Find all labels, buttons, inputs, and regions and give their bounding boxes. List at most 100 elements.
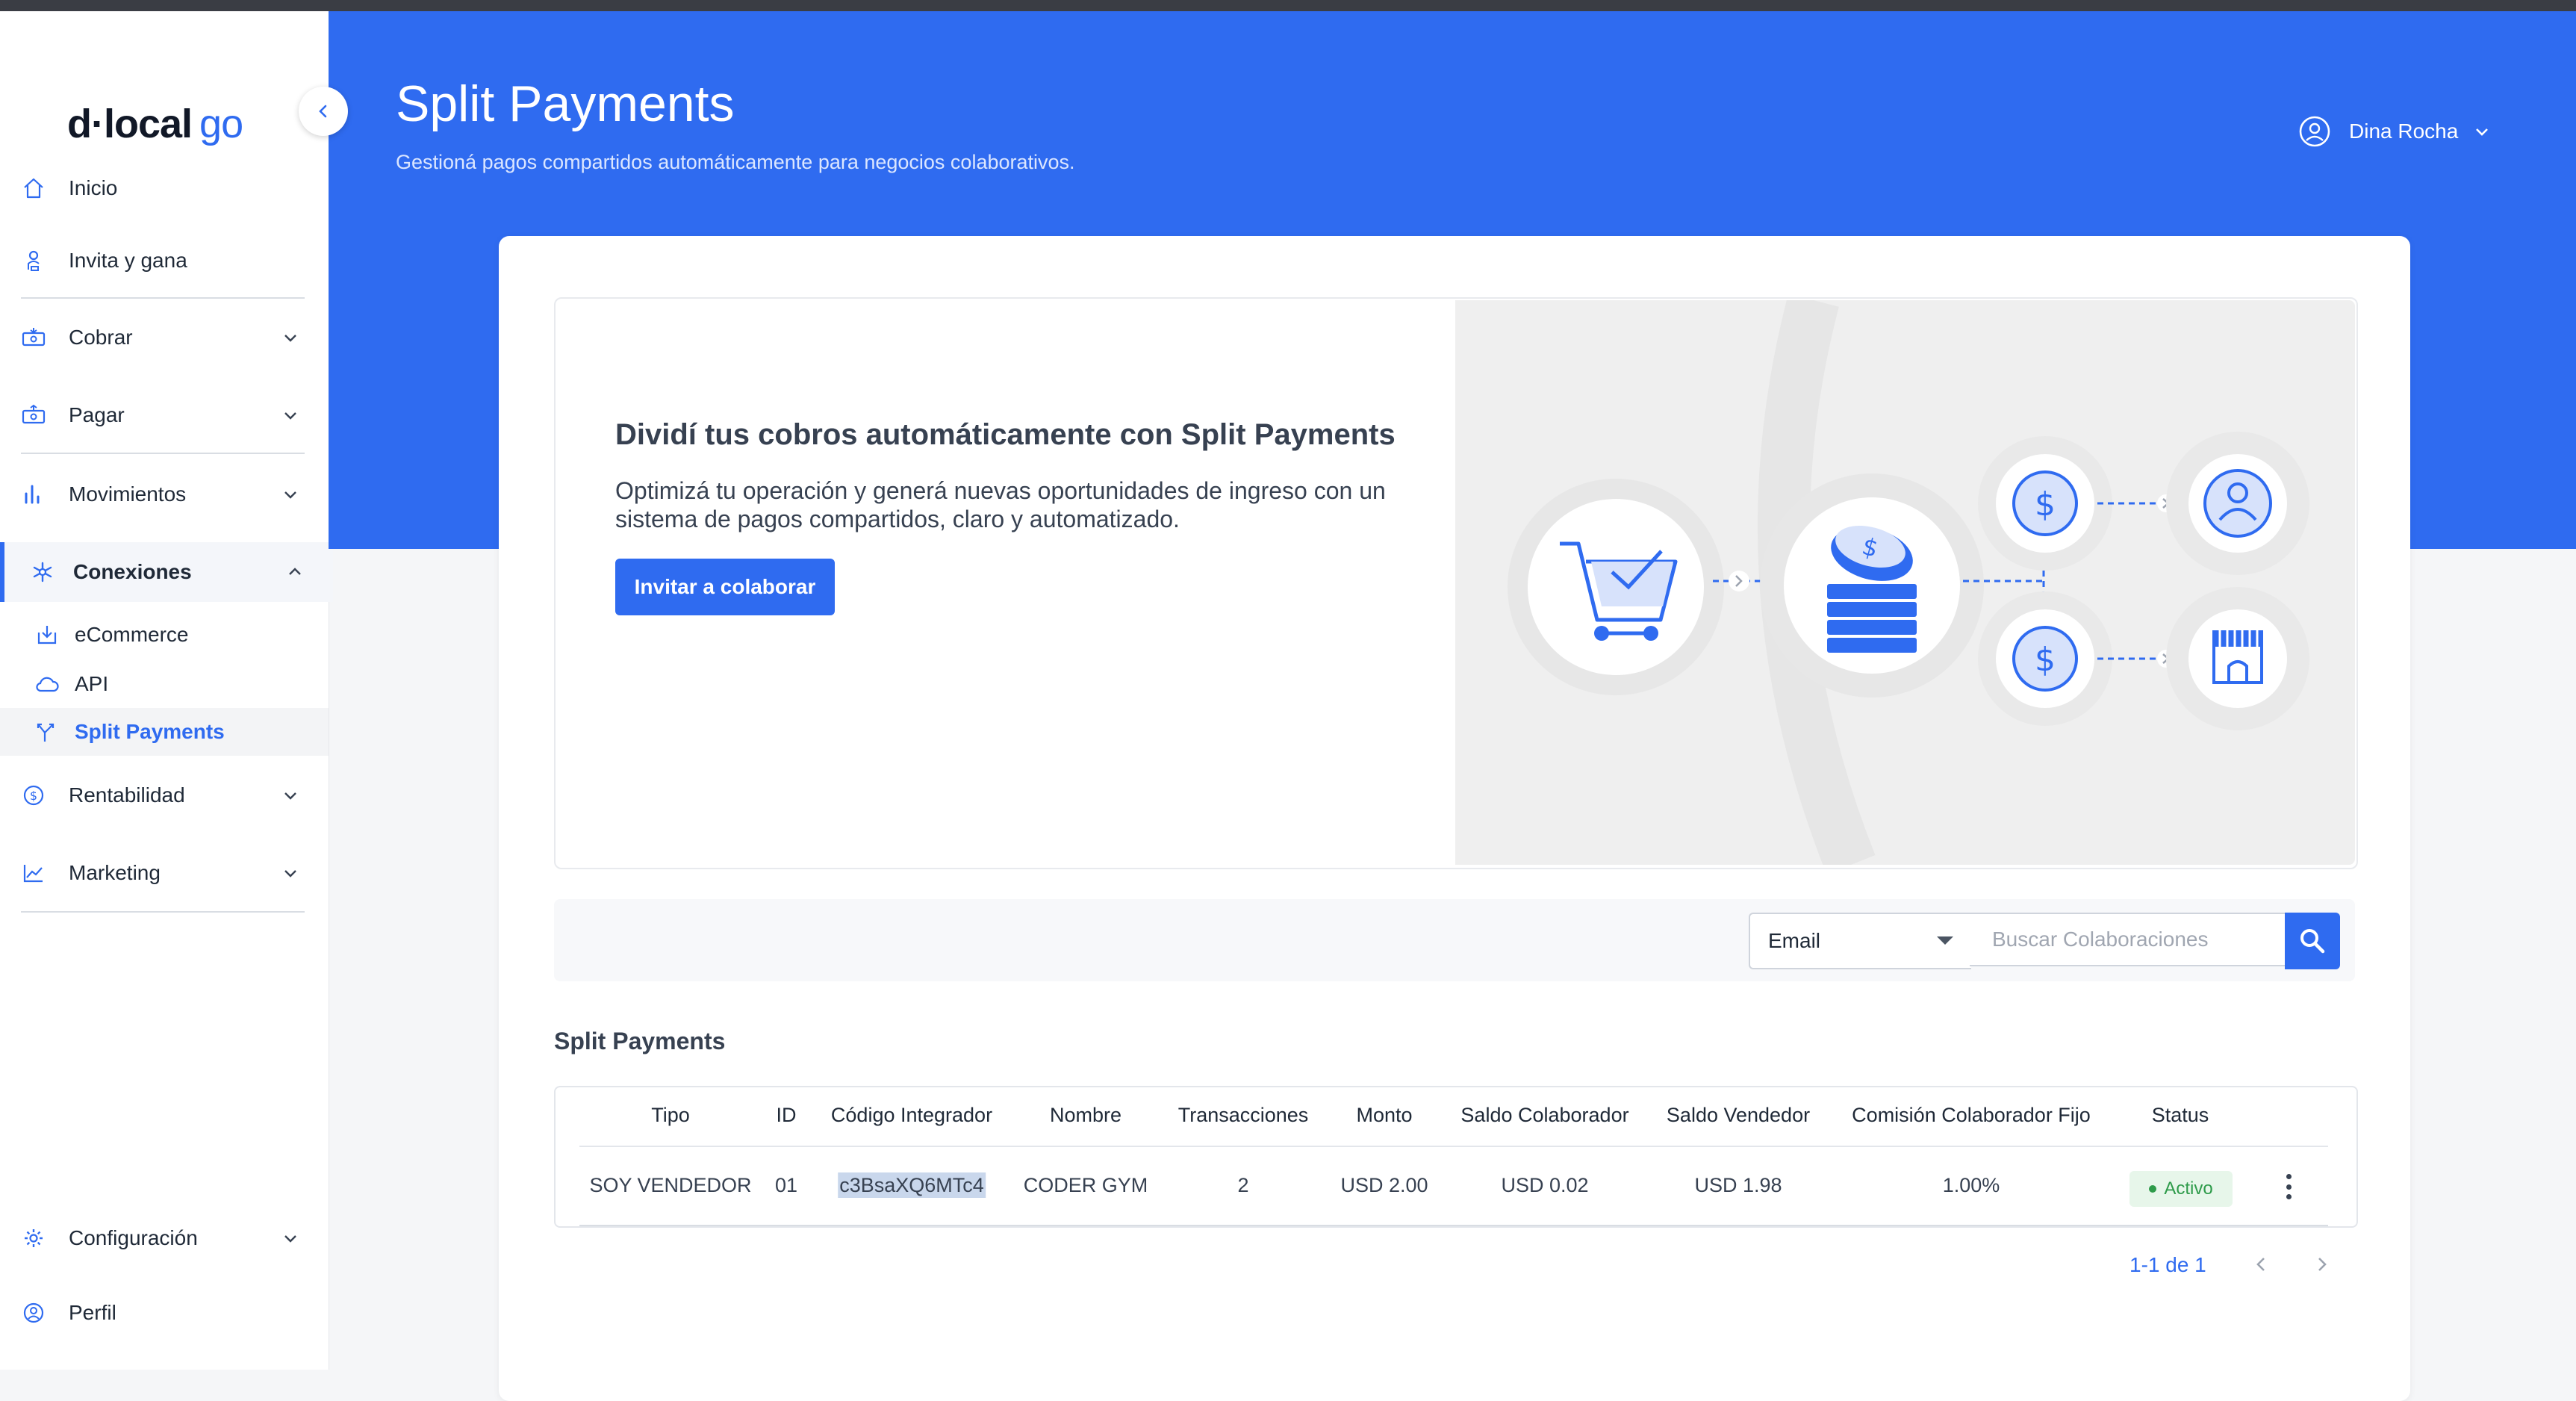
sidebar-subitem-label: API xyxy=(75,672,109,695)
column-header-saldo-vendedor[interactable]: Saldo Vendedor xyxy=(1667,1104,1810,1127)
sidebar-item-label: Configuración xyxy=(69,1226,198,1249)
sidebar-item-label: Movimientos xyxy=(69,482,187,506)
banner-text: Optimizá tu operación y generá nuevas op… xyxy=(615,477,1386,532)
cell-transacciones: 2 xyxy=(1237,1174,1249,1196)
line-chart-icon xyxy=(21,860,46,886)
column-header-monto[interactable]: Monto xyxy=(1356,1104,1412,1127)
pagination-range: 1-1 de 1 xyxy=(2129,1253,2206,1276)
table-section-title: Split Payments xyxy=(554,1028,726,1054)
sidebar-divider xyxy=(21,453,305,454)
sidebar-subitem-label: eCommerce xyxy=(75,623,189,646)
bar-chart-icon xyxy=(21,482,46,507)
cell-tipo: SOY VENDEDOR xyxy=(589,1174,752,1196)
cell-nombre: CODER GYM xyxy=(1023,1174,1148,1196)
cloud-icon xyxy=(34,671,60,697)
user-menu[interactable]: Dina Rocha xyxy=(2298,114,2491,149)
sidebar-subitem-api[interactable]: API xyxy=(0,660,329,708)
sidebar-item-label: Marketing xyxy=(69,861,161,884)
svg-text:$: $ xyxy=(30,789,37,803)
chevron-down-icon xyxy=(281,863,300,883)
cell-saldo-colaborador: USD 0.02 xyxy=(1501,1174,1589,1196)
sidebar-item-movimientos[interactable]: Movimientos xyxy=(0,465,329,524)
chevron-left-icon xyxy=(319,105,327,118)
invite-collaborate-button[interactable]: Invitar a colaborar xyxy=(615,559,835,615)
column-header-tipo[interactable]: Tipo xyxy=(651,1104,690,1127)
chevron-left-icon xyxy=(2256,1258,2265,1271)
sidebar-subitem-ecommerce[interactable]: eCommerce xyxy=(0,611,329,659)
sidebar-item-label: Pagar xyxy=(69,403,125,426)
user-circle-icon xyxy=(21,1300,46,1326)
search-field-select[interactable]: Email xyxy=(1749,913,1971,969)
chevron-up-icon xyxy=(285,562,305,582)
dollar-circle-icon: $ xyxy=(21,783,46,808)
sidebar-item-label: Conexiones xyxy=(73,560,192,583)
header-divider xyxy=(579,1146,2328,1147)
user-avatar-icon xyxy=(2299,116,2330,147)
pay-icon xyxy=(21,403,46,428)
status-badge: Activo xyxy=(2129,1171,2233,1207)
select-value: Email xyxy=(1768,929,1821,952)
sidebar-item-label: Perfil xyxy=(69,1301,116,1324)
split-icon xyxy=(34,719,60,745)
sidebar-subitem-split-payments[interactable]: Split Payments xyxy=(0,708,329,756)
connections-icon xyxy=(30,559,55,585)
row-actions-menu-icon[interactable] xyxy=(2277,1174,2300,1199)
sidebar-item-rentabilidad[interactable]: $ Rentabilidad xyxy=(0,765,329,825)
sidebar-item-pagar[interactable]: Pagar xyxy=(0,385,329,445)
chevron-down-icon xyxy=(281,786,300,805)
gear-icon xyxy=(21,1226,46,1251)
column-header-transacciones[interactable]: Transacciones xyxy=(1178,1104,1309,1127)
column-header-status[interactable]: Status xyxy=(2152,1104,2209,1127)
home-icon xyxy=(21,175,46,201)
column-header-nombre[interactable]: Nombre xyxy=(1050,1104,1121,1127)
next-page-button[interactable] xyxy=(2309,1252,2334,1277)
page-subtitle: Gestioná pagos compartidos automáticamen… xyxy=(396,151,1075,173)
page-title: Split Payments xyxy=(396,75,735,132)
cell-codigo-wrapper: c3BsaXQ6MTc4 xyxy=(838,1172,986,1198)
user-name: Dina Rocha xyxy=(2349,119,2459,143)
sidebar-divider xyxy=(21,911,305,913)
split-payments-illustration: $ $ $ xyxy=(1455,300,2355,865)
search-button[interactable] xyxy=(2285,913,2340,969)
cell-id: 01 xyxy=(774,1174,798,1196)
column-header-id[interactable]: ID xyxy=(777,1104,797,1127)
sidebar-subitem-label: Split Payments xyxy=(75,720,225,743)
sidebar-item-perfil[interactable]: Perfil xyxy=(0,1283,329,1343)
chevron-down-icon xyxy=(281,406,300,425)
cell-codigo[interactable]: c3BsaXQ6MTc4 xyxy=(838,1172,986,1198)
chevron-right-icon xyxy=(2318,1258,2327,1271)
search-icon xyxy=(2300,929,2325,954)
sidebar-item-label: Rentabilidad xyxy=(69,783,185,807)
sidebar-item-label: Inicio xyxy=(69,176,118,199)
sidebar-item-cobrar[interactable]: Cobrar xyxy=(0,308,329,367)
window-top-bar xyxy=(0,0,2576,11)
cell-saldo-vendedor: USD 1.98 xyxy=(1694,1174,1782,1196)
sidebar-item-inicio[interactable]: Inicio xyxy=(0,158,329,218)
status-dot-icon xyxy=(2149,1185,2157,1193)
sidebar-item-marketing[interactable]: Marketing xyxy=(0,843,329,903)
collapse-sidebar-button[interactable] xyxy=(299,87,348,136)
sidebar-divider xyxy=(21,297,305,299)
banner-title: Dividí tus cobros automáticamente con Sp… xyxy=(615,418,1396,451)
dropdown-caret-icon xyxy=(1937,936,1953,945)
chevron-down-icon xyxy=(281,328,300,347)
sidebar-item-label: Cobrar xyxy=(69,326,133,349)
sidebar-item-invita[interactable]: Invita y gana xyxy=(0,231,329,291)
user-gift-icon xyxy=(21,248,46,273)
column-header-codigo[interactable]: Código Integrador xyxy=(831,1104,992,1127)
sidebar-item-label: Invita y gana xyxy=(69,249,187,272)
chevron-down-icon xyxy=(2476,128,2489,136)
receive-icon xyxy=(21,325,46,350)
chevron-down-icon xyxy=(281,1228,300,1248)
logo: d·local go xyxy=(67,101,243,147)
previous-page-button[interactable] xyxy=(2249,1252,2274,1277)
row-divider xyxy=(579,1225,2328,1226)
column-header-saldo-colaborador[interactable]: Saldo Colaborador xyxy=(1460,1104,1628,1127)
dollar-icon: $ xyxy=(2035,641,2056,679)
search-input[interactable] xyxy=(1970,913,2285,966)
sidebar-item-configuracion[interactable]: Configuración xyxy=(0,1208,329,1268)
download-box-icon xyxy=(34,622,60,647)
column-header-comision[interactable]: Comisión Colaborador Fijo xyxy=(1852,1104,2091,1127)
sidebar-item-conexiones[interactable]: Conexiones xyxy=(0,542,333,602)
logo-main: d·local xyxy=(67,102,193,146)
